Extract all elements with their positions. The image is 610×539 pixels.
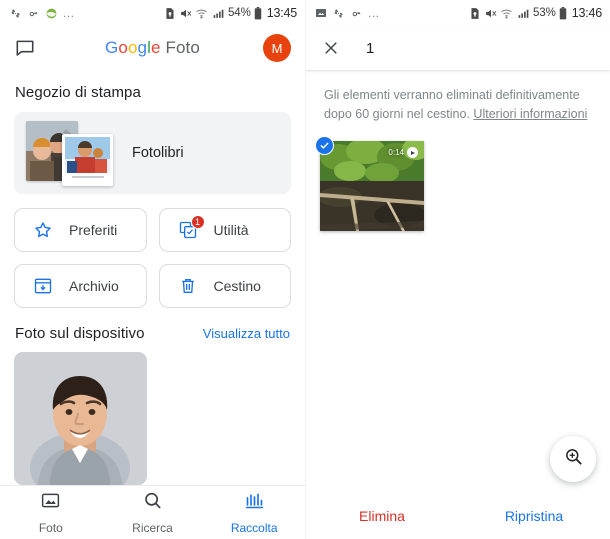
photobook-cover-caption: [65, 173, 110, 181]
tile-archivio[interactable]: Archivio: [14, 264, 147, 308]
brand-letter-e: e: [150, 38, 161, 57]
status-overflow-dots: ...: [63, 6, 75, 20]
photobook-preview: [26, 120, 116, 186]
trash-action-bar: Elimina Ripristina: [306, 493, 610, 539]
device-photos-header: Foto sul dispositivo Visualizza tutto: [15, 325, 290, 342]
trash-selection-screen: ... 53% 13:46 1 Gli elementi verranno el…: [305, 0, 610, 539]
status-system-icons: 54% 13:45: [165, 6, 297, 20]
clock-label-right: 13:46: [571, 6, 602, 20]
clock-label: 13:45: [266, 6, 297, 20]
tile-label-preferiti: Preferiti: [69, 222, 118, 238]
battery-icon: [559, 6, 567, 20]
zoom-in-icon: [563, 446, 584, 472]
video-meta: 0:14: [388, 147, 418, 158]
fan-icon: [9, 7, 22, 20]
wifi-icon: [500, 7, 513, 20]
battery-icon: [254, 6, 262, 20]
chat-bubble-icon[interactable]: [14, 37, 36, 59]
trash-icon: [178, 276, 198, 296]
brand-letter-o2: o: [127, 38, 138, 57]
trash-retention-notice: Gli elementi verranno eliminati definiti…: [324, 86, 592, 124]
search-icon: [142, 490, 163, 516]
tile-utilita[interactable]: 1 Utilità: [158, 208, 291, 252]
sim-lock-icon: [470, 7, 480, 20]
play-icon: [407, 147, 418, 158]
bottom-navigation: Foto Ricerca Raccolta: [0, 485, 305, 539]
app-green-icon: [45, 7, 58, 20]
library-icon: [244, 490, 265, 516]
cloud-sync-icon: [350, 7, 363, 20]
photobook-cover-image: [65, 137, 110, 173]
battery-percent-label: 54%: [228, 7, 251, 19]
badge-utilita: 1: [190, 215, 205, 229]
status-bar-left: ... 54% 13:45: [0, 0, 305, 26]
device-photo-thumbnail[interactable]: [14, 352, 147, 485]
selection-app-bar: 1: [306, 26, 610, 70]
sim-lock-icon: [165, 7, 175, 20]
app-title: Google Foto: [0, 38, 305, 58]
mute-icon: [484, 7, 497, 20]
selected-item-wrapper: 0:14: [315, 136, 424, 231]
device-photos-heading: Foto sul dispositivo: [15, 325, 145, 342]
tile-label-archivio: Archivio: [69, 278, 119, 294]
tile-label-cestino: Cestino: [213, 278, 261, 294]
tile-cestino[interactable]: Cestino: [158, 264, 291, 308]
google-photos-library-screen: ... 54% 13:45 Google Foto M Negozio di s…: [0, 0, 305, 539]
image-icon: [315, 7, 327, 19]
print-store-card-label: Fotolibri: [132, 145, 184, 161]
mute-icon: [179, 7, 192, 20]
status-bar-right: ... 53% 13:46: [306, 0, 610, 26]
library-content: Negozio di stampa Fotolibri Preferiti 1 …: [0, 84, 305, 485]
dual-screenshot-container: ... 54% 13:45 Google Foto M Negozio di s…: [0, 0, 610, 539]
brand-letter-g: G: [105, 38, 119, 57]
brand-letter-g2: g: [137, 38, 148, 57]
status-notification-icons: ...: [9, 7, 75, 20]
avatar[interactable]: M: [263, 34, 291, 62]
status-overflow-dots-right: ...: [368, 6, 380, 20]
nav-label-ricerca: Ricerca: [132, 521, 173, 535]
photobook-cover: [62, 134, 113, 186]
fan-icon: [332, 7, 345, 20]
battery-percent-label-right: 53%: [533, 7, 556, 19]
print-store-heading: Negozio di stampa: [15, 84, 141, 101]
nav-label-foto: Foto: [38, 521, 63, 535]
brand-letter-o1: o: [118, 38, 128, 57]
status-notification-icons-right: ...: [315, 7, 380, 20]
star-outline-icon: [33, 220, 53, 240]
nav-label-raccolta: Raccolta: [230, 521, 278, 535]
check-icon[interactable]: [315, 136, 334, 155]
status-system-icons-right: 53% 13:46: [470, 6, 602, 20]
restore-button[interactable]: Ripristina: [458, 508, 610, 524]
photo-icon: [40, 490, 61, 516]
selection-count: 1: [366, 39, 375, 57]
cloud-sync-icon: [27, 7, 40, 20]
print-store-card[interactable]: Fotolibri: [14, 112, 291, 194]
signal-icon: [212, 7, 225, 20]
brand-product-label: Foto: [165, 38, 200, 57]
zoom-in-fab[interactable]: [550, 436, 596, 482]
brand-letter-l: l: [147, 38, 151, 57]
close-icon[interactable]: [322, 39, 340, 57]
tile-preferiti[interactable]: Preferiti: [14, 208, 147, 252]
signal-icon: [517, 7, 530, 20]
archive-box-icon: [33, 276, 53, 296]
wifi-icon: [195, 7, 208, 20]
learn-more-link[interactable]: Ulteriori informazioni: [473, 107, 587, 121]
tile-label-utilita: Utilità: [213, 222, 249, 238]
video-thumbnail[interactable]: 0:14: [320, 141, 424, 231]
app-bar: Google Foto M: [0, 26, 305, 70]
nav-item-foto[interactable]: Foto: [0, 490, 102, 535]
video-duration-label: 0:14: [388, 148, 404, 157]
delete-button[interactable]: Elimina: [306, 508, 458, 524]
nav-item-ricerca[interactable]: Ricerca: [102, 490, 204, 535]
stacked-cards-icon: 1: [178, 215, 205, 240]
view-all-link[interactable]: Visualizza tutto: [203, 326, 290, 341]
nav-item-raccolta[interactable]: Raccolta: [203, 490, 305, 535]
quick-action-tiles: Preferiti 1 Utilità Archivio Cestino: [14, 208, 291, 308]
